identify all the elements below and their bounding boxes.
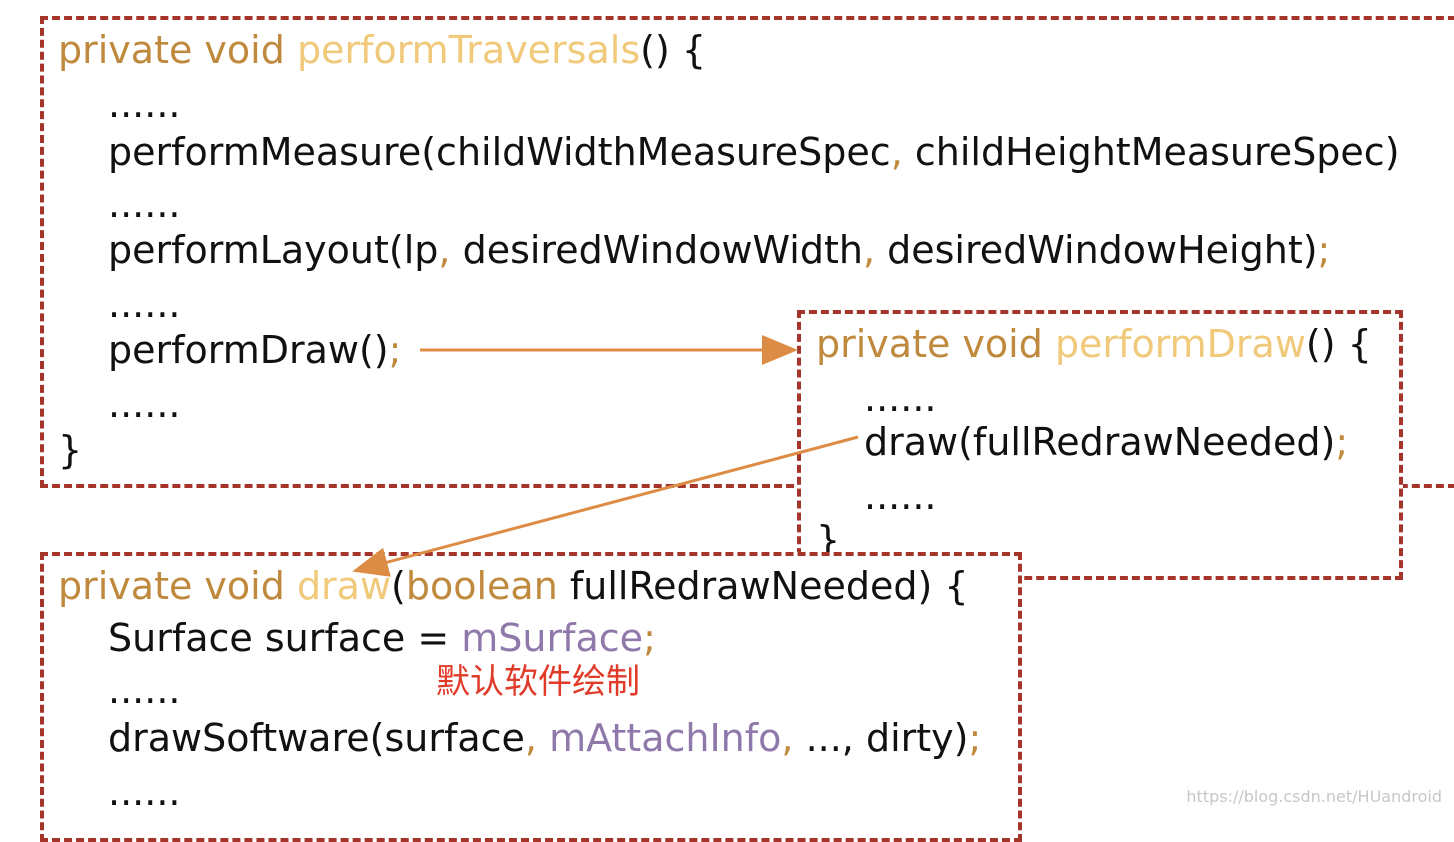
connector-arrows [352,335,859,577]
arrow-to-draw [352,435,859,577]
watermark-text: https://blog.csdn.net/HUandroid [1186,787,1442,806]
